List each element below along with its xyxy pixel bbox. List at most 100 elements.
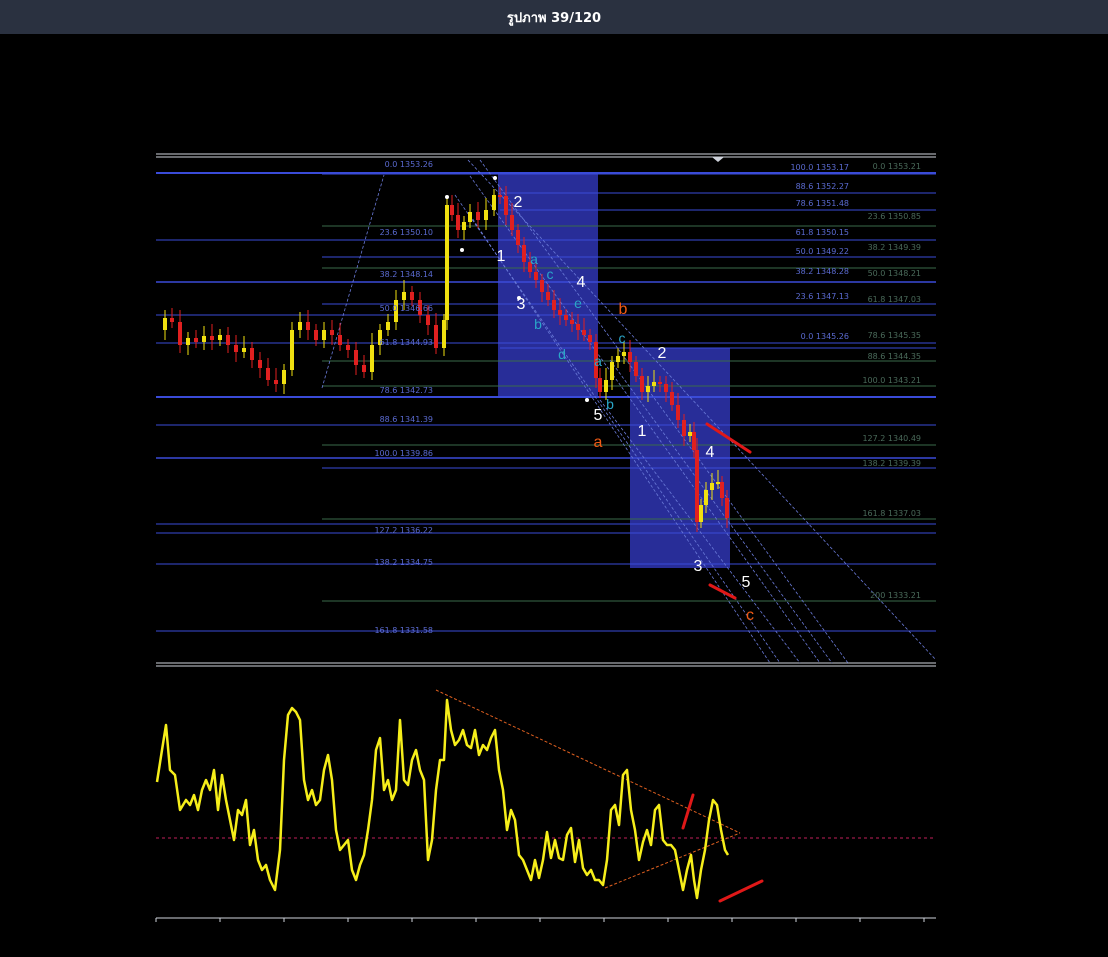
fib-label-right: 78.6 1345.35 [868, 331, 921, 340]
candle-body [426, 315, 430, 325]
wave-label-orange: c [746, 607, 754, 624]
candle-body [628, 352, 632, 362]
candle-body [692, 432, 696, 450]
wave-label-orange: a [594, 434, 603, 451]
candle-body [456, 215, 460, 230]
wave-label-cyan: c [619, 330, 626, 346]
fib-label-left: 127.2 1336.22 [374, 526, 433, 535]
fib-label-mid: 0.0 1345.26 [801, 332, 849, 341]
candle-body [616, 356, 620, 362]
candle-body [498, 195, 502, 197]
wave-label-white: 5 [594, 407, 603, 424]
candle-body [234, 345, 238, 352]
oscillator-line [155, 698, 730, 900]
candle-body [163, 318, 167, 330]
candle-body [622, 352, 626, 356]
candle-body [434, 325, 438, 348]
wave-label-white: 1 [497, 248, 506, 265]
fib-label-right: 100.0 1343.21 [862, 376, 921, 385]
candle-body [250, 348, 254, 360]
candle-body [274, 380, 278, 384]
candle-body [362, 365, 366, 372]
oscillator-pane [155, 689, 936, 922]
candle-body [522, 245, 526, 262]
candle-body [298, 322, 302, 330]
candle-body [695, 450, 699, 522]
candle-body [546, 292, 550, 300]
candle-body [266, 368, 270, 380]
fib-label-mid: 100.0 1353.17 [790, 163, 849, 172]
candle-body [570, 320, 574, 324]
candle-body [588, 335, 592, 342]
candle-body [468, 212, 472, 222]
candle-body [170, 318, 174, 322]
candle-body [202, 336, 206, 342]
candle-body [646, 386, 650, 392]
candle-body [582, 330, 586, 335]
scroll-marker-icon [712, 157, 724, 162]
wave-label-cyan: a [530, 251, 538, 267]
chart-screenshot: 0.0 1353.26 23.6 1350.10 38.2 1348.14 5 0.0 … [155, 153, 936, 922]
candle-body [210, 336, 214, 340]
fib-label-right: 161.8 1337.03 [862, 509, 921, 518]
fib-label-mid: 78.6 1351.48 [796, 199, 849, 208]
fib-label-right: 23.6 1350.85 [868, 212, 921, 221]
candle-body [604, 380, 608, 392]
candle-body [354, 350, 358, 365]
candle-body [652, 382, 656, 386]
candle-body [516, 230, 520, 245]
candle-body [242, 348, 246, 352]
fib-label-left: 0.0 1353.26 [385, 160, 433, 169]
fib-label-left: 88.6 1341.39 [380, 415, 433, 424]
fib-label-right: 38.2 1349.39 [868, 243, 921, 252]
candle-body [442, 320, 446, 348]
fib-label-left: 38.2 1348.14 [380, 270, 433, 279]
candle-body [282, 370, 286, 384]
wave-label-cyan: b [534, 316, 542, 332]
candle-body [476, 212, 480, 220]
candle-body [725, 498, 729, 518]
candle-body [314, 330, 318, 340]
candle-body [290, 330, 294, 370]
candle-body [194, 338, 198, 342]
candle-body [450, 205, 454, 215]
osc-trend-upper [435, 689, 741, 834]
candle-body [720, 482, 724, 498]
fib-label-left: 78.6 1342.73 [380, 386, 433, 395]
osc-trend-lower [604, 832, 741, 889]
fib-label-right: 0.0 1353.21 [873, 162, 921, 171]
fib-label-right: 61.8 1347.03 [868, 295, 921, 304]
candle-body [484, 210, 488, 220]
wave-label-cyan: e [574, 295, 582, 311]
candle-body [226, 335, 230, 345]
candle-body [658, 382, 662, 384]
fib-label-left: 161.8 1331.58 [374, 626, 433, 635]
candle-body [510, 215, 514, 230]
candle-body [306, 322, 310, 330]
time-ticks [155, 918, 925, 922]
candle-body [410, 292, 414, 300]
candle-body [370, 345, 374, 372]
wave-label-white: 4 [706, 444, 715, 461]
fib-label-mid: 23.6 1347.13 [796, 292, 849, 301]
candle-body [710, 483, 714, 490]
wave-label-white: 2 [514, 194, 523, 211]
wave-label-cyan: b [606, 396, 614, 412]
candle-body [576, 324, 580, 330]
fib-label-left: 61.8 1344.93 [380, 338, 433, 347]
candle-body [504, 196, 508, 215]
wave-label-white: 2 [658, 345, 667, 362]
candle-body [540, 280, 544, 292]
candle-body [688, 432, 692, 436]
fib-label-mid: 88.6 1352.27 [796, 182, 849, 191]
wave-label-white: 3 [694, 558, 703, 575]
candle-body [552, 300, 556, 310]
candle-body [462, 222, 466, 230]
candle-body [338, 335, 342, 345]
candle-body [558, 310, 562, 315]
fib-label-mid: 61.8 1350.15 [796, 228, 849, 237]
candle-body [704, 490, 708, 505]
candle-body [664, 384, 668, 392]
fib-label-left: 23.6 1350.10 [380, 228, 433, 237]
candle-body [670, 392, 674, 405]
